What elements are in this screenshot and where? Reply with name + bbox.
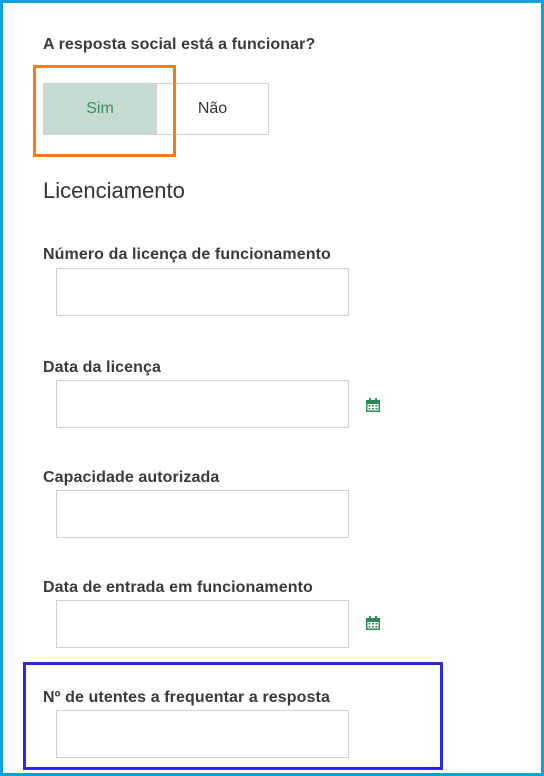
- authorized-capacity-label: Capacidade autorizada: [43, 469, 220, 486]
- license-date-input[interactable]: [56, 380, 349, 428]
- option-nao-button[interactable]: Não: [157, 84, 268, 134]
- calendar-icon[interactable]: [365, 615, 381, 631]
- option-nao-label: Não: [197, 100, 228, 117]
- start-date-input[interactable]: [56, 600, 349, 648]
- option-sim-button[interactable]: Sim: [44, 84, 157, 134]
- question-label: A resposta social está a funcionar?: [43, 36, 316, 53]
- license-number-label: Número da licença de funcionamento: [43, 246, 331, 263]
- calendar-icon[interactable]: [365, 397, 381, 413]
- functioning-toggle: Sim Não: [43, 83, 269, 135]
- license-date-label: Data da licença: [43, 359, 161, 376]
- license-number-input[interactable]: [56, 268, 349, 316]
- form-panel: A resposta social está a funcionar? Sim …: [0, 0, 544, 776]
- users-count-input[interactable]: [56, 710, 349, 758]
- section-title: Licenciamento: [43, 178, 185, 203]
- users-count-label: Nº de utentes a frequentar a resposta: [43, 689, 330, 706]
- authorized-capacity-input[interactable]: [56, 490, 349, 538]
- start-date-label: Data de entrada em funcionamento: [43, 579, 313, 596]
- option-sim-label: Sim: [86, 100, 114, 117]
